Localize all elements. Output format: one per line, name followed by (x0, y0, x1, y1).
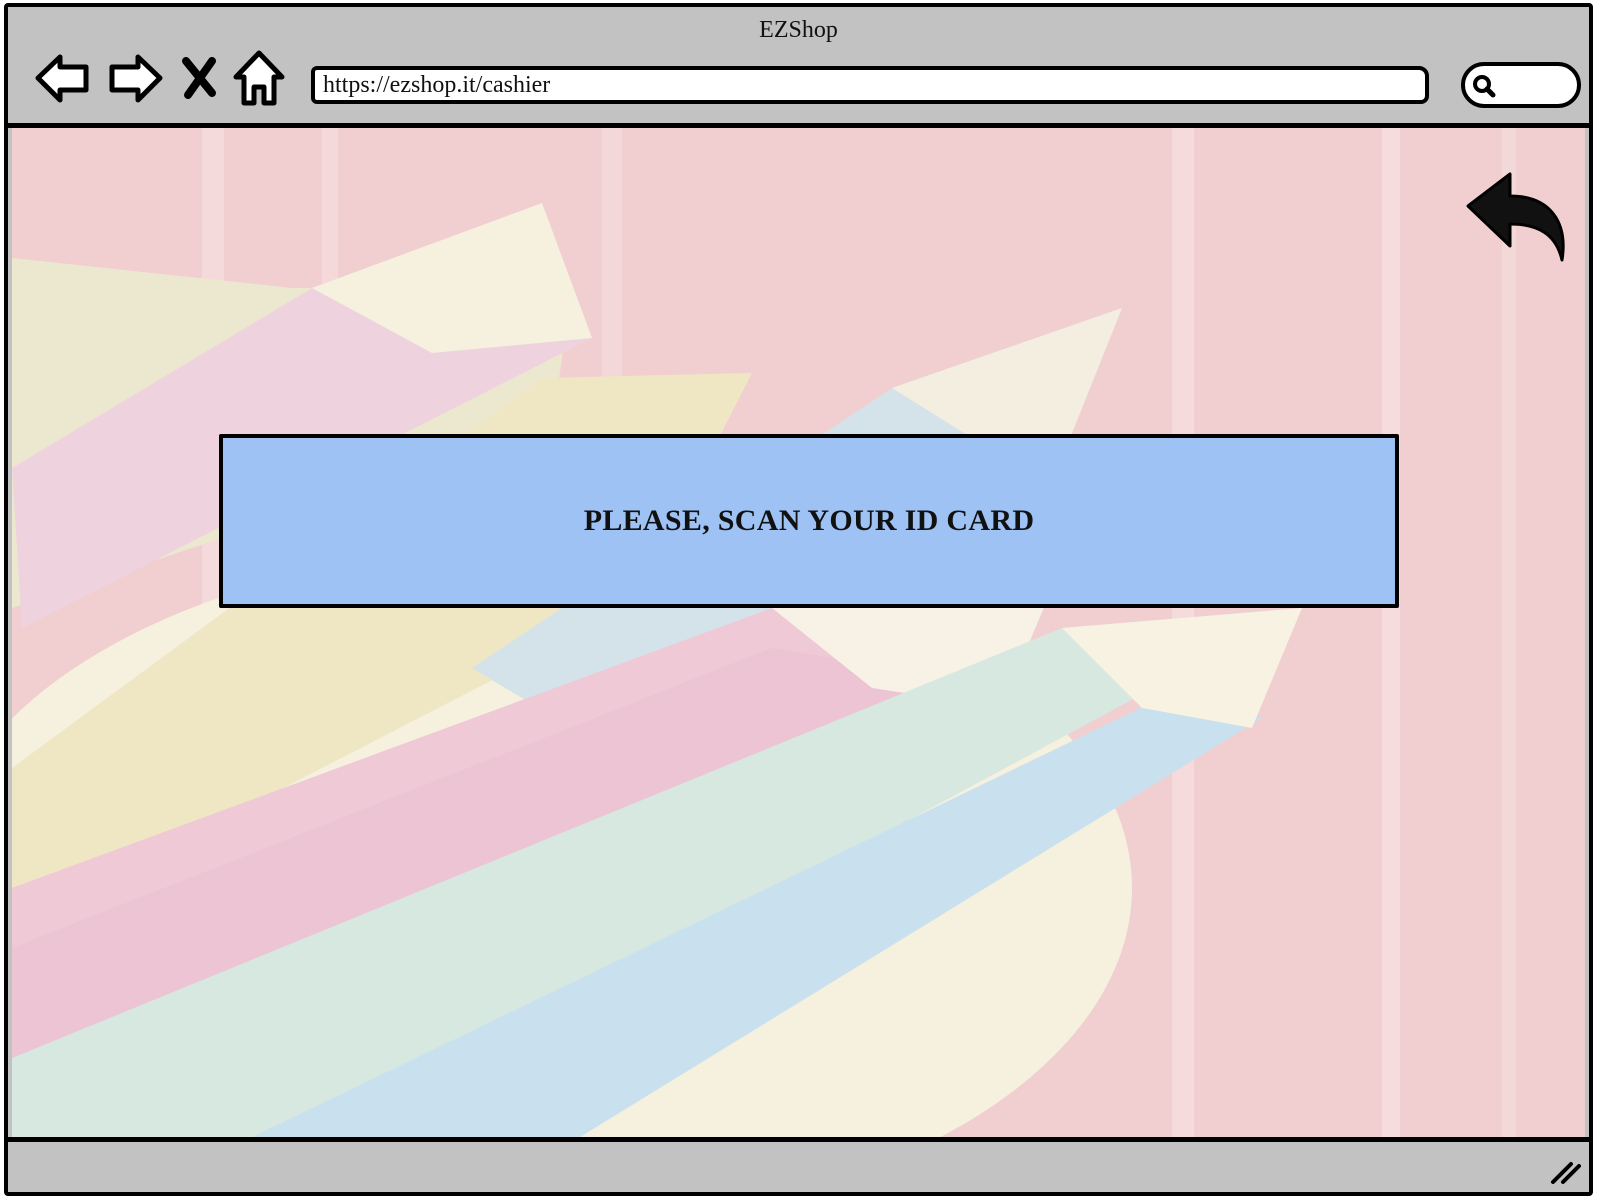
close-icon (182, 57, 216, 99)
scan-id-prompt: PLEASE, SCAN YOUR ID CARD (583, 504, 1035, 537)
stop-button[interactable] (176, 47, 222, 109)
home-button[interactable] (232, 47, 286, 109)
browser-window: EZShop https://ezshop.it/cashier PLEASE,… (4, 3, 1593, 1196)
browser-toolbar: EZShop https://ezshop.it/cashier (8, 7, 1589, 128)
search-icon (1473, 75, 1496, 98)
home-icon (233, 50, 285, 106)
arrow-left-icon (35, 54, 89, 103)
arrow-right-icon (109, 54, 163, 103)
scan-id-prompt-panel: PLEASE, SCAN YOUR ID CARD (219, 434, 1399, 608)
window-title: EZShop (759, 17, 838, 43)
search-input[interactable] (1461, 62, 1581, 108)
forward-nav-button[interactable] (104, 47, 166, 109)
pastel-pencils-background (12, 128, 1585, 1142)
back-button[interactable] (1464, 172, 1574, 272)
undo-arrow-icon (1466, 172, 1565, 262)
status-bar (8, 1137, 1589, 1192)
address-bar[interactable]: https://ezshop.it/cashier (311, 66, 1429, 104)
page-content: PLEASE, SCAN YOUR ID CARD (12, 128, 1585, 1142)
back-nav-button[interactable] (32, 47, 94, 109)
resize-grip-icon[interactable] (1549, 1156, 1583, 1186)
